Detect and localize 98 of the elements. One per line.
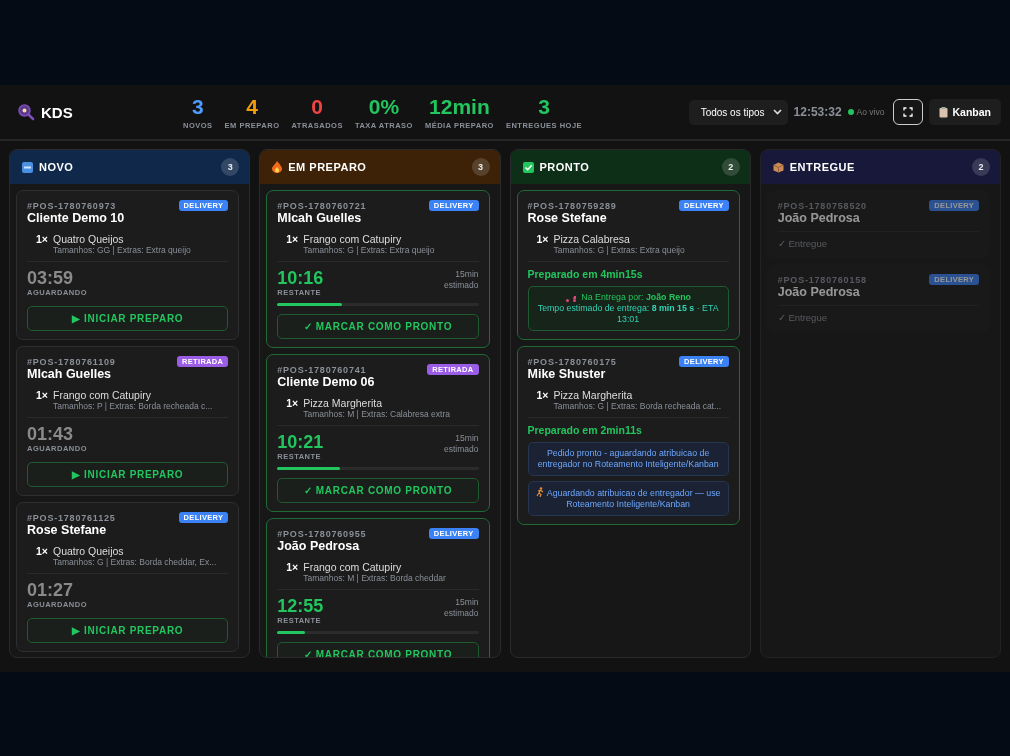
check-box-icon — [522, 161, 534, 173]
order-number: #POS-1780760955 — [277, 528, 367, 539]
package-icon — [772, 161, 784, 173]
live-label: Ao vivo — [856, 107, 885, 117]
order-number: #POS-1780760741 — [277, 364, 367, 375]
start-button[interactable]: ▶ INICIAR PREPARO — [27, 618, 229, 643]
customer-name: Mike Shuster — [527, 367, 607, 381]
item-details: Tamanhos: G | Extras: Borda recheada cat... — [553, 401, 722, 411]
estimate-label: estimado — [444, 444, 479, 455]
customer-name: Rose Stefane — [27, 523, 108, 537]
fullscreen-button[interactable] — [893, 99, 924, 125]
count-badge: 2 — [721, 158, 740, 176]
stat-value: 4 — [246, 94, 258, 119]
timer: 12:55 — [277, 596, 324, 616]
app-logo: KDS — [41, 103, 73, 121]
item-details: Tamanhos: P | Extras: Borda recheada c... — [53, 401, 213, 411]
column-title: PRONTO — [539, 161, 590, 173]
item-details: Tamanhos: G | Extras: Extra queijo — [553, 245, 685, 255]
new-tag-icon — [22, 161, 33, 173]
clipboard-icon — [939, 106, 949, 118]
order-number: #POS-1780758520 — [777, 200, 867, 211]
item-name: Pizza Margherita — [553, 389, 634, 401]
item-details: Tamanhos: G | Extras: Borda cheddar, Ex... — [53, 557, 217, 567]
estimate-label: estimado — [444, 280, 479, 291]
mark-ready-button[interactable]: ✓ MARCAR COMO PRONTO — [277, 478, 479, 503]
count-badge: 3 — [471, 158, 490, 176]
timer: 01:43 — [27, 424, 75, 444]
item-quantity: 1× — [536, 233, 549, 247]
stat-value: 3 — [191, 94, 204, 119]
order-number: #POS-1780761125 — [27, 512, 116, 523]
column-title: EM PREPARO — [288, 161, 367, 173]
item-quantity: 1× — [286, 397, 299, 411]
customer-name: Cliente Demo 10 — [27, 211, 126, 225]
prepared-time: Preparado em 4min15s — [527, 268, 644, 280]
start-button[interactable]: ▶ INICIAR PREPARO — [27, 462, 229, 487]
item-details: Tamanhos: G | Extras: Extra queijo — [303, 245, 435, 255]
customer-name: João Pedrosa — [277, 539, 361, 553]
stat-value: 12min — [429, 94, 490, 119]
order-number: #POS-1780761109 — [27, 356, 116, 367]
flame-icon — [272, 161, 283, 173]
timer: 10:21 — [277, 432, 324, 452]
item-quantity: 1× — [286, 233, 299, 247]
item-quantity: 1× — [36, 233, 48, 247]
item-name: Quatro Queijos — [53, 545, 125, 557]
item-name: Pizza Margherita — [303, 397, 383, 409]
estimate-time: 15min — [455, 433, 479, 444]
mark-ready-button[interactable]: ✓ MARCAR COMO PRONTO — [277, 314, 479, 339]
order-number: #POS-1780760175 — [527, 356, 617, 367]
timer: 03:59 — [27, 268, 75, 288]
column-title: ENTREGUE — [789, 161, 855, 173]
start-button[interactable]: ▶ INICIAR PREPARO — [27, 306, 229, 331]
item-quantity: 1× — [286, 561, 299, 575]
order-number: #POS-1780760158 — [777, 274, 867, 285]
estimate-time: 15min — [455, 269, 479, 280]
status-message: Aguardando atribuicao de entregador — use Roteamento Inteligente/Kanban — [534, 487, 722, 510]
item-name: Quatro Queijos — [53, 233, 125, 245]
item-name: Frango com Catupiry — [303, 233, 403, 245]
customer-name: João Pedrosa — [777, 285, 861, 299]
type-filter-dropdown[interactable]: Todos os tipos — [688, 99, 788, 125]
stat-value: 0 — [311, 94, 324, 119]
prepared-time: Preparado em 2min11s — [527, 424, 643, 436]
item-details: Tamanhos: M | Extras: Borda cheddar — [303, 573, 446, 583]
order-number: #POS-1780759289 — [527, 200, 617, 211]
count-badge: 3 — [221, 158, 240, 176]
item-details: Tamanhos: GG | Extras: Extra queijo — [53, 245, 191, 255]
eta-text: Tempo estimado de entrega: 8 min 15 s · ETA 13:01 — [536, 303, 720, 325]
customer-name: Rose Stefane — [527, 211, 608, 225]
timer: 10:16 — [277, 268, 324, 288]
item-quantity: 1× — [36, 389, 48, 403]
delivered-status: ✓ Entregue — [777, 238, 828, 251]
stat-value: 3 — [538, 94, 550, 119]
runner-icon — [535, 487, 544, 497]
count-badge: 2 — [972, 158, 990, 176]
status-message: Pedido pronto - aguardando atribuicao de entregador no Roteamento Inteligente/Kanban — [536, 448, 720, 470]
customer-name: Cliente Demo 06 — [277, 375, 376, 389]
stat-value: 0% — [368, 94, 400, 119]
customer-name: MIcah Guelles — [27, 367, 113, 381]
item-name: Frango com Catupiry — [303, 561, 402, 573]
customer-name: João Pedrosa — [777, 211, 861, 225]
delivered-status: ✓ Entregue — [777, 312, 828, 325]
clock: 12:53:32 — [793, 105, 842, 119]
column-title: NOVO — [39, 161, 74, 173]
timer: 01:27 — [27, 580, 75, 600]
item-details: Tamanhos: M | Extras: Calabresa extra — [303, 409, 450, 419]
kanban-button[interactable]: Kanban — [929, 99, 1001, 125]
item-name: Pizza Calabresa — [553, 233, 631, 245]
order-number: #POS-1780760721 — [277, 200, 367, 211]
order-number: #POS-1780760973 — [27, 200, 117, 211]
chevron-down-icon — [772, 109, 782, 115]
estimate-time: 15min — [455, 597, 479, 608]
item-quantity: 1× — [536, 389, 549, 403]
fullscreen-icon — [903, 107, 914, 117]
item-name: Frango com Catupiry — [53, 389, 152, 401]
magnifier-icon — [17, 103, 35, 121]
customer-name: MIcah Guelles — [277, 211, 363, 225]
courier-text: Na Entrega por: João Reno — [581, 292, 691, 303]
estimate-label: estimado — [444, 608, 479, 619]
item-quantity: 1× — [36, 545, 48, 559]
